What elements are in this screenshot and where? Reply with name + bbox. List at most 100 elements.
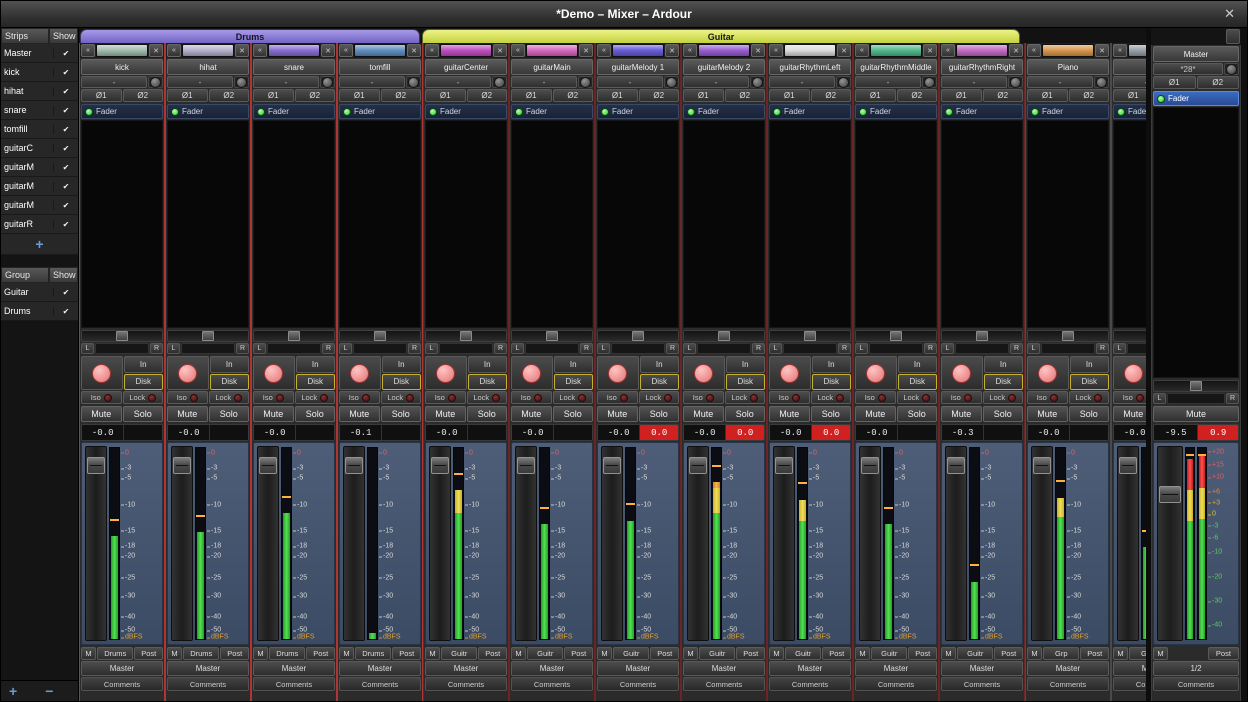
strip-hide-button[interactable]: ✕ bbox=[579, 44, 593, 57]
pan-left-label[interactable]: L bbox=[253, 343, 266, 354]
pan-left-label[interactable]: L bbox=[597, 343, 610, 354]
strip-name-button[interactable]: guitarRhythmLeft bbox=[769, 59, 851, 75]
solo-button[interactable]: Solo bbox=[381, 406, 422, 422]
strip-color-swatch[interactable] bbox=[526, 44, 578, 57]
fader-handle[interactable] bbox=[775, 457, 793, 474]
pan-right-label[interactable]: R bbox=[924, 343, 937, 354]
monitor-disk-button[interactable]: Disk bbox=[296, 374, 336, 391]
solo-isolate-button[interactable]: Iso bbox=[81, 391, 122, 404]
sidebar-strip-row[interactable]: kick✔ bbox=[1, 63, 78, 82]
strip-color-swatch[interactable] bbox=[698, 44, 750, 57]
phase-invert-2-button[interactable]: Ø2 bbox=[209, 89, 250, 102]
comments-button[interactable]: Comments bbox=[597, 677, 679, 691]
gain-fader[interactable] bbox=[429, 446, 451, 641]
strip-hide-button[interactable]: ✕ bbox=[1095, 44, 1109, 57]
monitor-disk-button[interactable]: Disk bbox=[984, 374, 1024, 391]
strip-show-checkbox[interactable]: ✔ bbox=[53, 220, 78, 229]
strip-shrink-button[interactable]: « bbox=[855, 44, 869, 57]
meter-position-button[interactable]: Post bbox=[822, 647, 851, 660]
monitor-input-button[interactable]: In bbox=[124, 356, 164, 373]
gain-display[interactable]: -0.0 bbox=[684, 425, 725, 440]
fader-lock-button[interactable]: Lock bbox=[209, 391, 250, 404]
strip-shrink-button[interactable]: « bbox=[597, 44, 611, 57]
strip-name-button[interactable]: tomfill bbox=[339, 59, 421, 75]
solo-button[interactable]: Solo bbox=[983, 406, 1024, 422]
strip-show-checkbox[interactable]: ✔ bbox=[53, 106, 78, 115]
gain-fader[interactable] bbox=[85, 446, 107, 641]
sidebar-group-row[interactable]: Drums✔ bbox=[1, 302, 78, 321]
input-button[interactable]: - bbox=[1113, 76, 1146, 88]
strip-shrink-button[interactable]: « bbox=[167, 44, 181, 57]
solo-isolate-button[interactable]: Iso bbox=[1027, 391, 1068, 404]
peak-display[interactable] bbox=[295, 425, 334, 440]
gain-display[interactable]: -0.0 bbox=[1114, 425, 1146, 440]
phase-invert-1-button[interactable]: Ø1 bbox=[769, 89, 810, 102]
trim-knob[interactable] bbox=[836, 76, 851, 88]
mute-button[interactable]: Mute bbox=[81, 406, 122, 422]
processor-box[interactable] bbox=[425, 120, 507, 328]
fader-lock-button[interactable]: Lock bbox=[725, 391, 766, 404]
fader-processor-entry[interactable]: Fader bbox=[769, 104, 851, 119]
strip-hide-button[interactable]: ✕ bbox=[235, 44, 249, 57]
trim-knob[interactable] bbox=[234, 76, 249, 88]
phase-invert-2-button[interactable]: Ø2 bbox=[467, 89, 508, 102]
gain-fader[interactable] bbox=[859, 446, 881, 641]
processor-box[interactable] bbox=[1027, 120, 1109, 328]
processor-box[interactable] bbox=[81, 120, 163, 328]
solo-isolate-button[interactable]: Iso bbox=[855, 391, 896, 404]
strip-hide-button[interactable]: ✕ bbox=[407, 44, 421, 57]
solo-isolate-button[interactable]: Iso bbox=[769, 391, 810, 404]
phase-invert-1-button[interactable]: Ø1 bbox=[855, 89, 896, 102]
peak-display[interactable]: 0.0 bbox=[811, 425, 850, 440]
phase-invert-2-button[interactable]: Ø2 bbox=[725, 89, 766, 102]
pan-handle[interactable] bbox=[1062, 331, 1074, 341]
strip-color-swatch[interactable] bbox=[784, 44, 836, 57]
processor-box[interactable] bbox=[339, 120, 421, 328]
phase-invert-1-button[interactable]: Ø1 bbox=[425, 89, 466, 102]
strip-color-swatch[interactable] bbox=[612, 44, 664, 57]
fader-handle[interactable] bbox=[431, 457, 449, 474]
meter-point-button[interactable]: M bbox=[253, 647, 268, 660]
phase-invert-1-button[interactable]: Ø1 bbox=[253, 89, 294, 102]
record-arm-button[interactable] bbox=[81, 356, 123, 390]
monitor-disk-button[interactable]: Disk bbox=[640, 374, 680, 391]
solo-isolate-button[interactable]: Iso bbox=[511, 391, 552, 404]
processor-enable-led[interactable] bbox=[1031, 108, 1039, 116]
sidebar-strip-row[interactable]: snare✔ bbox=[1, 101, 78, 120]
strip-shrink-button[interactable]: « bbox=[1113, 44, 1127, 57]
meter-point-button[interactable]: M bbox=[167, 647, 182, 660]
fader-processor-entry[interactable]: Fader bbox=[1153, 91, 1239, 106]
record-arm-button[interactable] bbox=[855, 356, 897, 390]
output-button[interactable]: Master bbox=[167, 661, 249, 676]
show-column-header[interactable]: Show bbox=[49, 28, 78, 44]
fader-processor-entry[interactable]: Fader bbox=[425, 104, 507, 119]
gain-fader[interactable] bbox=[687, 446, 709, 641]
pan-slider[interactable] bbox=[769, 330, 851, 342]
strip-shrink-button[interactable]: « bbox=[941, 44, 955, 57]
meter-position-button[interactable]: Post bbox=[1080, 647, 1109, 660]
gain-fader[interactable] bbox=[945, 446, 967, 641]
mute-button[interactable]: Mute bbox=[425, 406, 466, 422]
fader-handle[interactable] bbox=[861, 457, 879, 474]
processor-box[interactable] bbox=[1113, 120, 1146, 328]
pan-handle[interactable] bbox=[890, 331, 902, 341]
record-arm-button[interactable] bbox=[1027, 356, 1069, 390]
peak-display[interactable] bbox=[209, 425, 248, 440]
strips-column-header[interactable]: Strips bbox=[1, 28, 49, 44]
titlebar[interactable]: *Demo – Mixer – Ardour ✕ bbox=[1, 1, 1247, 28]
pan-right-label[interactable]: R bbox=[838, 343, 851, 354]
strip-color-swatch[interactable] bbox=[870, 44, 922, 57]
fader-lock-button[interactable]: Lock bbox=[811, 391, 852, 404]
pan-handle[interactable] bbox=[546, 331, 558, 341]
strip-color-swatch[interactable] bbox=[96, 44, 148, 57]
gain-fader[interactable] bbox=[773, 446, 795, 641]
fader-handle[interactable] bbox=[345, 457, 363, 474]
solo-button[interactable]: Solo bbox=[467, 406, 508, 422]
group-button[interactable]: Grp bbox=[1129, 647, 1146, 660]
show-column-header[interactable]: Show bbox=[49, 267, 78, 283]
pan-slider[interactable] bbox=[81, 330, 163, 342]
meter-position-button[interactable]: Post bbox=[220, 647, 249, 660]
mute-button[interactable]: Mute bbox=[253, 406, 294, 422]
mute-button[interactable]: Mute bbox=[597, 406, 638, 422]
input-button[interactable]: - bbox=[167, 76, 233, 88]
